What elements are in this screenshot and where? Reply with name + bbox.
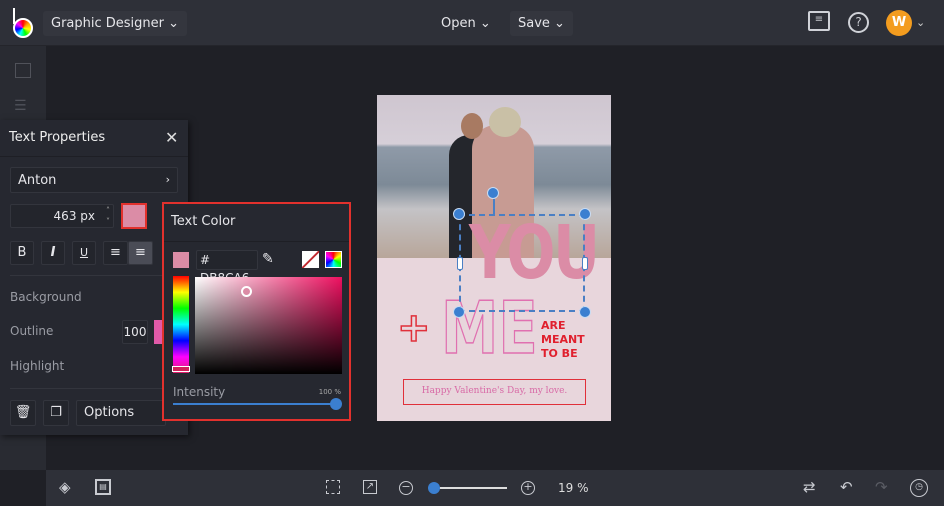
color-spectrum-button[interactable] xyxy=(325,251,342,268)
intensity-label: Intensity xyxy=(173,385,226,399)
line-to-be: TO BE xyxy=(541,347,578,360)
zoom-level: 19 % xyxy=(558,481,589,495)
save-button[interactable]: Save ⌄ xyxy=(510,11,573,36)
intensity-slider[interactable] xyxy=(173,403,338,405)
image-icon[interactable] xyxy=(15,63,31,78)
app-logo[interactable] xyxy=(12,8,34,38)
undo-icon[interactable]: ↶ xyxy=(840,478,853,496)
intensity-slider-thumb[interactable] xyxy=(330,398,342,410)
options-button[interactable]: Options xyxy=(76,400,166,426)
text-properties-panel: Text Properties ✕ Anton › 463 px ˄ ˅ B I … xyxy=(0,120,188,435)
adjustments-icon[interactable]: ☰ xyxy=(14,98,27,114)
intensity-value: 100 % xyxy=(318,388,341,396)
background-label: Background xyxy=(10,290,82,304)
resize-handle-tl[interactable] xyxy=(453,208,465,220)
feedback-icon[interactable]: ≡ xyxy=(808,11,830,31)
resize-handle-tr[interactable] xyxy=(579,208,591,220)
top-bar: Graphic Designer ⌄ Open ⌄ Save ⌄ ≡ ? W ⌄ xyxy=(0,0,944,46)
selection-box[interactable] xyxy=(459,214,585,312)
rotate-stem xyxy=(493,199,495,214)
design-canvas[interactable]: YOU ME + ARE MEANT TO BE Happy Valentine… xyxy=(377,95,611,421)
hex-hash: # xyxy=(200,253,211,267)
text-color-popup: Text Color # DB8CA6 ✎ Intensity 100 % xyxy=(162,202,351,421)
font-size-unit: px xyxy=(80,209,95,223)
current-color-swatch xyxy=(173,252,189,268)
zoom-out-button[interactable]: − xyxy=(399,481,413,495)
underline-button[interactable]: U xyxy=(72,241,96,265)
bold-button[interactable]: B xyxy=(10,241,34,265)
resize-handle-right[interactable] xyxy=(582,257,588,270)
chevron-right-icon: › xyxy=(165,173,170,186)
align-center-button[interactable]: ≡ xyxy=(128,241,153,265)
saturation-value-area[interactable] xyxy=(195,277,342,374)
resize-handle-bl[interactable] xyxy=(453,306,465,318)
expand-icon[interactable]: ↗ xyxy=(363,480,377,494)
stepper-icon[interactable]: ˄ ˅ xyxy=(106,205,110,227)
resize-handle-left[interactable] xyxy=(457,257,463,270)
hue-slider-thumb[interactable] xyxy=(172,366,190,372)
eyedropper-icon[interactable]: ✎ xyxy=(262,251,274,267)
font-size-value: 463 xyxy=(53,209,77,223)
options-label: Options xyxy=(84,405,135,420)
hue-slider[interactable] xyxy=(173,276,189,373)
text-color-swatch[interactable] xyxy=(121,203,147,229)
zoom-slider-thumb[interactable] xyxy=(428,482,440,494)
hex-input[interactable]: # DB8CA6 xyxy=(196,250,258,285)
history-icon[interactable]: ◷ xyxy=(910,479,928,497)
plus-icon[interactable]: + xyxy=(396,307,431,349)
close-icon[interactable]: ✕ xyxy=(165,128,178,147)
app-name: Graphic Designer xyxy=(51,16,164,31)
line-are: ARE xyxy=(541,319,566,332)
help-icon[interactable]: ? xyxy=(848,12,869,33)
avatar-initial: W xyxy=(891,15,907,30)
font-select[interactable]: Anton › xyxy=(10,167,178,193)
rotate-handle[interactable] xyxy=(487,187,499,199)
align-left-button[interactable]: ≡ xyxy=(103,241,128,265)
no-color-button[interactable] xyxy=(302,251,319,268)
popup-title: Text Color xyxy=(171,214,236,229)
resize-handle-br[interactable] xyxy=(579,306,591,318)
font-name: Anton xyxy=(18,173,57,188)
italic-button[interactable]: I xyxy=(41,241,65,265)
layers-icon[interactable]: ◈ xyxy=(59,478,71,496)
open-button[interactable]: Open ⌄ xyxy=(433,11,499,36)
project-menu-button[interactable]: Graphic Designer ⌄ xyxy=(43,11,188,36)
delete-button[interactable]: 🗑 xyxy=(10,400,36,426)
duplicate-icon: ❐ xyxy=(50,405,62,420)
save-label: Save xyxy=(518,16,550,31)
layout-icon[interactable]: ▤ xyxy=(95,479,111,495)
account-chevron-icon[interactable]: ⌄ xyxy=(916,16,925,29)
redo-icon: ↷ xyxy=(875,478,888,496)
caption-box[interactable]: Happy Valentine's Day, my love. xyxy=(403,379,586,405)
swap-icon[interactable]: ⇄ xyxy=(803,478,816,496)
line-meant: MEANT xyxy=(541,333,585,346)
open-label: Open xyxy=(441,16,476,31)
fit-screen-icon[interactable] xyxy=(326,480,340,494)
outline-label: Outline xyxy=(10,324,54,338)
outline-width-input[interactable]: 100 xyxy=(122,320,148,344)
bottom-toolbar: ◈ ▤ ↗ − + 19 % ⇄ ↶ ↷ ◷ xyxy=(46,470,944,506)
font-size-input[interactable]: 463 px ˄ ˅ xyxy=(10,204,114,228)
highlight-label: Highlight xyxy=(10,359,65,373)
zoom-in-button[interactable]: + xyxy=(521,481,535,495)
color-picker-thumb[interactable] xyxy=(241,286,252,297)
panel-title: Text Properties xyxy=(9,130,106,145)
avatar[interactable]: W xyxy=(886,10,912,36)
trash-icon: 🗑 xyxy=(14,405,32,420)
caption-text: Happy Valentine's Day, my love. xyxy=(421,386,568,396)
zoom-slider[interactable] xyxy=(432,487,507,489)
duplicate-button[interactable]: ❐ xyxy=(43,400,69,426)
are-meant-to-be-text[interactable]: ARE MEANT TO BE xyxy=(541,319,585,361)
